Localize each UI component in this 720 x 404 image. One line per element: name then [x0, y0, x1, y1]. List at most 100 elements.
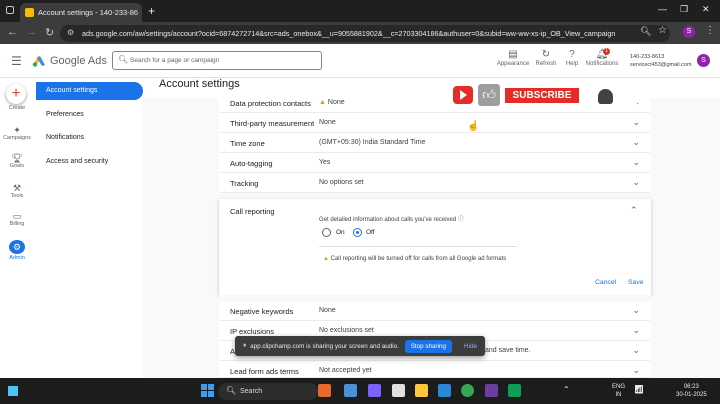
region-text: IN	[615, 392, 622, 398]
wifi-icon[interactable]: 📶︎	[634, 386, 644, 394]
content-gutter-left	[143, 98, 219, 378]
rail-item-admin[interactable]: ⚙ Admin	[0, 240, 34, 261]
appearance-button[interactable]: ▤ Appearance	[495, 49, 531, 67]
goals-icon: 🏆︎	[11, 153, 23, 163]
setting-value: None	[319, 307, 336, 314]
app-name: Google Ads	[50, 55, 107, 67]
sidenav-preferences[interactable]: Preferences	[36, 106, 143, 124]
site-info-icon[interactable]: ⚙	[67, 28, 74, 37]
chrome-icon[interactable]	[461, 384, 474, 397]
setting-label: Third-party measurement	[230, 119, 315, 128]
rail-create-label: Create	[8, 105, 26, 111]
rail-item-campaigns[interactable]: ✦ Campaigns	[0, 125, 34, 141]
radio-off-label: Off	[366, 229, 375, 236]
minimize-icon[interactable]: —	[658, 4, 667, 14]
account-email: servicect453@gmail.com	[630, 62, 692, 68]
menu-icon[interactable]: ☰	[11, 54, 22, 68]
app-icon[interactable]	[318, 384, 331, 397]
app-icon[interactable]	[438, 384, 451, 397]
account-info[interactable]: 140-233-8613 servicect453@gmail.com	[630, 53, 692, 69]
stop-sharing-button[interactable]: Stop sharing	[404, 339, 453, 353]
chevron-down-icon: ⌄	[632, 137, 640, 147]
chevron-down-icon: ⌄	[632, 157, 640, 167]
avatar[interactable]: S	[697, 54, 710, 67]
search-input[interactable]: 🔍︎ Search for a page or campaign	[112, 51, 322, 70]
tray-chevron-icon[interactable]: ⌃	[563, 386, 570, 394]
tab-search-icon[interactable]	[6, 6, 14, 14]
rail-item-billing[interactable]: ▭ Billing	[0, 211, 34, 227]
cancel-button[interactable]: Cancel	[595, 279, 616, 286]
app-icon[interactable]	[392, 384, 405, 397]
app-icon[interactable]	[485, 384, 498, 397]
app-icon[interactable]	[368, 384, 381, 397]
browser-menu-icon[interactable]: ⋮	[705, 25, 715, 36]
rail-label: Tools	[10, 193, 24, 199]
create-button[interactable]: +	[6, 84, 26, 104]
pause-icon: ⏸	[243, 342, 247, 349]
setting-row-third-party[interactable]: Third-party measurement None ⌄	[220, 114, 650, 133]
setting-value: No exclusions set	[319, 327, 374, 334]
tab-title: Account settings - 140-233-86	[38, 8, 139, 17]
radio-on[interactable]	[322, 228, 331, 237]
setting-row-auto-tagging[interactable]: Auto-tagging Yes ⌄	[220, 154, 650, 173]
notifications-button[interactable]: 🔔︎ 1 Notifications	[584, 48, 620, 67]
like-icon: 👍︎	[478, 84, 500, 106]
window-close-icon[interactable]: ✕	[702, 4, 710, 15]
forward-icon[interactable]: →	[26, 26, 37, 38]
setting-row-tracking[interactable]: Tracking No options set ⌄	[220, 174, 650, 193]
setting-value: Yes	[319, 159, 331, 166]
language-indicator[interactable]: ENG IN	[612, 383, 625, 399]
file-explorer-icon[interactable]	[415, 384, 428, 397]
page-title: Account settings	[159, 78, 240, 90]
save-button[interactable]: Save	[628, 279, 644, 286]
sidenav-notifications[interactable]: Notifications	[36, 129, 143, 147]
app-icon[interactable]	[344, 384, 357, 397]
help-icon[interactable]: ⓘ	[458, 217, 464, 223]
restore-icon[interactable]: ❐	[680, 4, 688, 15]
chevron-up-icon[interactable]: ⌃	[630, 205, 638, 216]
bookmark-star-icon[interactable]: ☆	[658, 25, 667, 36]
search-icon[interactable]: 🔍︎	[640, 26, 651, 37]
google-ads-favicon-icon	[25, 8, 34, 17]
setting-label: Lead form ads terms	[230, 367, 299, 376]
content-gutter-right	[651, 98, 720, 378]
rail-item-goals[interactable]: 🏆︎ Goals	[0, 153, 34, 169]
setting-row-lead-form[interactable]: Lead form ads terms Not accepted yet ⌄	[220, 362, 650, 378]
setting-label: Negative keywords	[230, 307, 294, 316]
browser-profile-avatar[interactable]: S	[683, 26, 695, 38]
bell-icon	[598, 89, 613, 104]
youtube-logo-icon	[453, 86, 473, 104]
start-button[interactable]	[201, 384, 214, 397]
screen-share-bar: ⏸ app.clipchamp.com is sharing your scre…	[235, 336, 485, 356]
setting-value: None	[319, 119, 336, 126]
sidenav-access-security[interactable]: Access and security	[36, 153, 143, 171]
widgets-icon[interactable]	[8, 386, 18, 396]
clock[interactable]: 06:23 30-01-2025	[676, 383, 707, 399]
new-tab-icon[interactable]: +	[148, 4, 155, 18]
call-reporting-description: Get detailed information about calls you…	[319, 214, 464, 223]
browser-tab[interactable]: Account settings - 140-233-86 ✕	[20, 3, 142, 22]
taskbar-search[interactable]: 🔍︎ Search	[218, 383, 318, 400]
hide-button[interactable]: Hide	[464, 343, 477, 350]
app-icon[interactable]	[508, 384, 521, 397]
reload-icon[interactable]: ↻	[45, 26, 54, 39]
setting-label: Auto-tagging	[230, 159, 273, 168]
back-icon[interactable]: ←	[7, 26, 18, 38]
radio-off[interactable]	[353, 228, 362, 237]
rail-label: Campaigns	[3, 135, 31, 141]
chevron-down-icon: ⌄	[632, 305, 640, 315]
chevron-down-icon: ⌄	[632, 345, 640, 355]
bell-icon: 🔔︎	[595, 49, 609, 60]
setting-value: and save time.	[485, 347, 531, 354]
lang-text: ENG	[612, 384, 626, 390]
google-ads-logo-icon	[32, 56, 45, 67]
notifications-label: Notifications	[585, 61, 619, 67]
cursor-icon: ☝	[467, 121, 480, 132]
rail-item-tools[interactable]: ⚒ Tools	[0, 183, 34, 199]
setting-row-time-zone[interactable]: Time zone (GMT+05:30) India Standard Tim…	[220, 134, 650, 153]
left-rail	[0, 78, 32, 376]
sidenav-account-settings[interactable]: Account settings	[36, 82, 143, 100]
url-bar[interactable]: ⚙ ads.google.com/aw/settings/account?oci…	[60, 24, 670, 42]
setting-row-negative-keywords[interactable]: Negative keywords None ⌄	[220, 302, 650, 321]
chevron-down-icon: ⌄	[632, 365, 640, 375]
